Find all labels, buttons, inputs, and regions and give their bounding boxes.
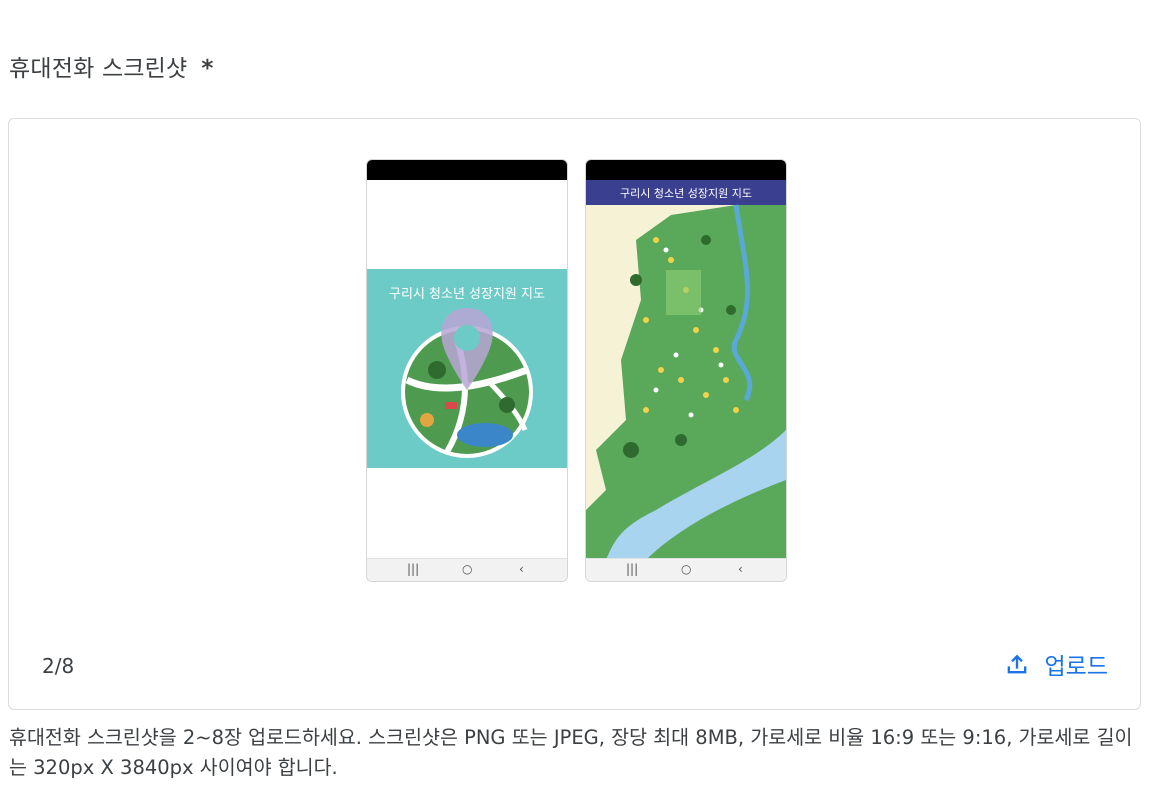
screenshot-upload-panel: 구리시 청소년 성장지원 지도 ||| ○ ‹ 구리시 청소년 성장지원 지도 … <box>8 118 1141 710</box>
back-icon: ‹ <box>738 562 743 576</box>
phone-nav-bar: ||| ○ ‹ <box>367 558 567 581</box>
home-icon: ○ <box>681 562 692 576</box>
field-label: 휴대전화 스크린샷 * <box>9 49 214 83</box>
recents-icon: ||| <box>626 562 639 576</box>
home-icon: ○ <box>462 562 473 576</box>
required-mark: * <box>201 56 214 82</box>
screenshot-image-2: 구리시 청소년 성장지원 지도 <box>586 180 786 560</box>
upload-button-label: 업로드 <box>1044 654 1108 680</box>
screenshot-2-title: 구리시 청소년 성장지원 지도 <box>620 187 752 200</box>
screenshot-thumbnail-2[interactable]: 구리시 청소년 성장지원 지도 ||| ○ ‹ <box>585 159 787 582</box>
helper-text: 휴대전화 스크린샷을 2~8장 업로드하세요. 스크린샷은 PNG 또는 JPE… <box>9 726 1133 779</box>
phone-status-bar <box>586 160 786 180</box>
screenshot-thumbnail-1[interactable]: 구리시 청소년 성장지원 지도 ||| ○ ‹ <box>366 159 568 582</box>
upload-icon <box>1007 654 1026 674</box>
recents-icon: ||| <box>407 562 420 576</box>
field-label-text: 휴대전화 스크린샷 <box>9 56 188 82</box>
screenshot-1-title: 구리시 청소년 성장지원 지도 <box>389 287 545 302</box>
phone-status-bar <box>367 160 567 180</box>
upload-button[interactable]: 업로드 <box>1003 647 1108 681</box>
phone-nav-bar: ||| ○ ‹ <box>586 558 786 581</box>
back-icon: ‹ <box>519 562 524 576</box>
screenshot-image-1: 구리시 청소년 성장지원 지도 <box>367 180 567 560</box>
screenshot-counter: 2/8 <box>42 654 75 678</box>
